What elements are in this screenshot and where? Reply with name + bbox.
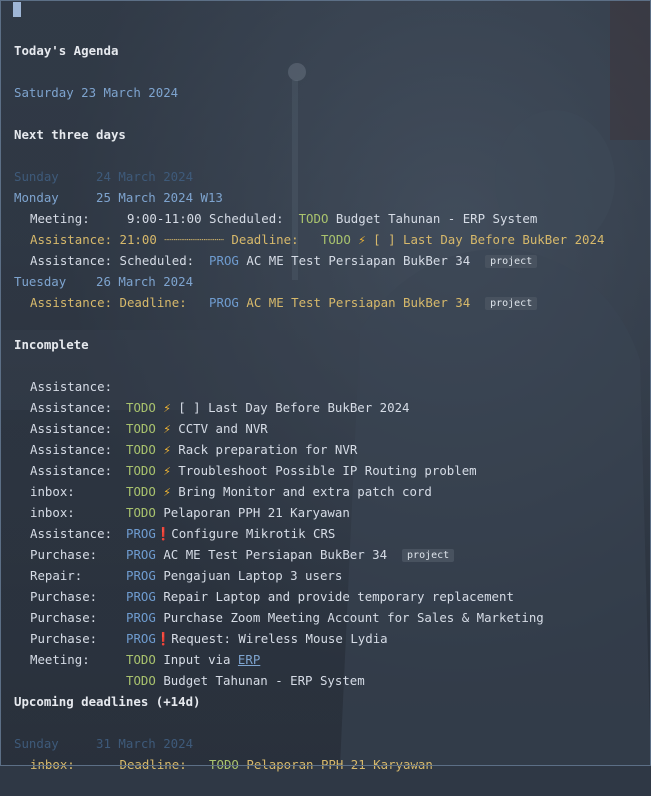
- section-incomplete: Incomplete: [0, 313, 651, 352]
- agenda-item[interactable]: Purchase: TODO Input via ERP: [0, 607, 651, 667]
- item-text: Input via: [163, 652, 238, 667]
- agenda-item[interactable]: Assistance: Scheduled: PROG AC ME Test P…: [0, 229, 651, 268]
- todo-keyword: TODO: [209, 757, 239, 772]
- agenda-item[interactable]: Assistance: TODO ⚡ Rack preparation for …: [0, 397, 651, 457]
- section-title: Upcoming deadlines (+14d): [14, 694, 201, 709]
- agenda-item[interactable]: Assistance: TODO ⚡ Bring Monitor and ext…: [0, 439, 651, 499]
- section-next-three-days: Next three days: [0, 103, 651, 142]
- section-upcoming-deadlines: Upcoming deadlines (+14d): [0, 670, 651, 709]
- date-monday-25[interactable]: Monday 25 March 2024 W13: [0, 166, 651, 205]
- agenda-item[interactable]: Assistance: TODO ⚡ CCTV and NVR: [0, 376, 651, 436]
- agenda-item[interactable]: Meeting: 9:00-11:00 Scheduled: TODO Budg…: [0, 187, 651, 226]
- agenda-item[interactable]: Assistance: PROG AC ME Test Persiapan Bu…: [0, 502, 651, 562]
- date-sunday-24[interactable]: Sunday 24 March 2024: [0, 145, 651, 184]
- agenda-title: Today's Agenda: [0, 19, 651, 58]
- section-title: Incomplete: [14, 337, 89, 352]
- item-prefix: Assistance: Deadline:: [30, 295, 210, 310]
- item-text: AC ME Test Persiapan BukBer 34: [246, 295, 471, 310]
- item-text: Pelaporan PPH 21 Karyawan: [246, 757, 433, 772]
- agenda-item[interactable]: Purchase: PROG Purchase Zoom Meeting Acc…: [0, 565, 651, 625]
- agenda-item[interactable]: Assistance: TODO ⚡ [ ] Last Day Before B…: [0, 355, 651, 415]
- agenda-title-text: Today's Agenda: [14, 43, 119, 58]
- agenda-item-deadline[interactable]: Assistance: 21:00 ┈┈┈┈┈┈┈┈ Deadline: TOD…: [0, 208, 651, 247]
- agenda-item[interactable]: inbox: PROG❗Configure Mikrotik CRS: [0, 481, 651, 541]
- org-agenda-view[interactable]: Today's Agenda Saturday 23 March 2024 Ne…: [0, 0, 651, 772]
- today-date: Saturday 23 March 2024: [14, 85, 179, 100]
- agenda-item[interactable]: inbox: TODO Pelaporan PPH 21 Karyawan: [0, 460, 651, 520]
- agenda-item-deadline[interactable]: Assistance: Deadline: PROG AC ME Test Pe…: [0, 271, 651, 310]
- erp-link[interactable]: ERP: [238, 652, 260, 667]
- agenda-item-deadline[interactable]: inbox: Deadline: TODO Pelaporan PPH 21 K…: [0, 733, 651, 772]
- item-category: Meeting:: [30, 652, 90, 667]
- agenda-item[interactable]: Repair: PROG Repair Laptop and provide t…: [0, 544, 651, 604]
- date-tuesday-26[interactable]: Tuesday 26 March 2024: [0, 250, 651, 289]
- project-tag: project: [485, 297, 538, 310]
- agenda-item[interactable]: Purchase: PROG❗Request: Wireless Mouse L…: [0, 586, 651, 646]
- agenda-item[interactable]: Assistance: TODO ⚡ Troubleshoot Possible…: [0, 418, 651, 478]
- todo-keyword: TODO: [126, 652, 156, 667]
- agenda-item[interactable]: Meeting: TODO Budget Tahunan - ERP Syste…: [0, 628, 651, 688]
- date-sunday-31[interactable]: Sunday 31 March 2024: [0, 712, 651, 751]
- text-cursor: [13, 2, 21, 17]
- today-date-line[interactable]: Saturday 23 March 2024: [0, 61, 651, 100]
- item-prefix: inbox: Deadline:: [30, 757, 210, 772]
- agenda-item[interactable]: Purchase: PROG Pengajuan Laptop 3 users: [0, 523, 651, 583]
- section-title: Next three days: [14, 127, 126, 142]
- prog-keyword: PROG: [209, 295, 239, 310]
